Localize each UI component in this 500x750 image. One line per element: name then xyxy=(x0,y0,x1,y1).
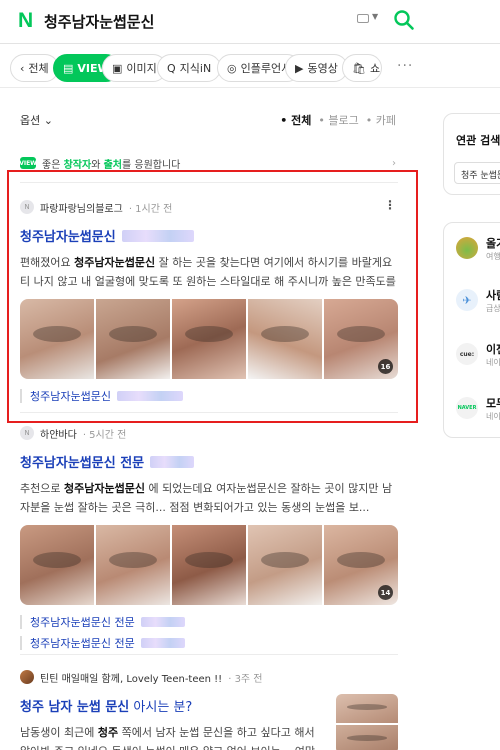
creator-notice[interactable]: VIEW 좋은 창작자와 출처를 응원합니다 › xyxy=(19,152,398,174)
post-thumbnail[interactable] xyxy=(336,694,398,750)
post-snippet[interactable]: 추천으로 청주남자눈썹문신 에 되었는데요 여자눈썹문신은 잘하는 곳이 많지만… xyxy=(20,479,398,517)
post-snippet[interactable]: 남동생이 최근에 청주 쪽에서 남자 눈썹 문신을 하고 싶다고 해서 알아봐 … xyxy=(20,723,320,750)
blurred-text xyxy=(121,229,194,242)
related-post-link[interactable]: 청주남자눈썹문신 전문 xyxy=(20,615,398,629)
avatar: N xyxy=(20,200,34,214)
blurred-text xyxy=(140,638,185,648)
naver-icon: NAVER xyxy=(456,397,478,419)
sort-all[interactable]: • 전체 xyxy=(280,114,311,127)
influencer-icon: ◎ xyxy=(227,61,237,75)
post-thumbnail[interactable] xyxy=(96,299,170,379)
tab-label: 이미지 xyxy=(126,62,157,75)
options-label: 옵션 xyxy=(20,114,41,127)
search-header: N 청주남자눈썹문신 ▼ xyxy=(0,0,500,44)
post-snippet[interactable]: 편해졌어요 청주남자눈썹문신 잘 하는 곳을 찾는다면 여기에서 하시기를 바랄… xyxy=(20,253,398,291)
kin-icon: Q xyxy=(167,61,176,75)
avatar xyxy=(20,670,34,684)
chevron-left-icon: ‹ xyxy=(20,61,25,75)
post-time: · 1시간 전 xyxy=(128,203,173,215)
document-icon: ▤ xyxy=(63,61,74,75)
photo-count-badge: 14 xyxy=(378,585,393,600)
image-icon: ▣ xyxy=(112,61,123,75)
more-options-icon[interactable]: ⋮ xyxy=(384,198,396,212)
sidebar-item[interactable]: ✈ 사람 급상· xyxy=(456,287,500,317)
search-tabs: ‹ 전체 ▤ VIEW ▣ 이미지 Q 지식iN ◎ 인플루언서 ▶ 동영상 🛍… xyxy=(0,52,500,88)
post-image-gallery[interactable]: 16 xyxy=(20,299,398,379)
view-badge: VIEW xyxy=(19,157,37,169)
related-post-link[interactable]: 청주남자눈썹문신 xyxy=(20,389,398,403)
post-thumbnail[interactable] xyxy=(20,525,94,605)
cue-icon: cue: xyxy=(456,343,478,365)
post-thumbnail xyxy=(336,694,398,723)
related-search-chip[interactable]: 청주 눈썹문신 xyxy=(454,162,500,184)
sidebar-item[interactable]: cue: 이젠 네이 xyxy=(456,341,500,371)
tab-label: 쇼 xyxy=(369,62,381,75)
search-query-input[interactable]: 청주남자눈썹문신 xyxy=(44,11,154,32)
photo-count-badge: 16 xyxy=(378,359,393,374)
post-author[interactable]: N 파랑파랑님의블로그 · 1시간 전 xyxy=(20,198,398,216)
divider xyxy=(20,412,398,413)
related-searches-panel: 연관 검색어 청주 눈썹문신 xyxy=(443,113,500,195)
sort-cafe[interactable]: • 카페 xyxy=(362,114,396,127)
post-thumbnail[interactable] xyxy=(248,299,322,379)
shopping-bag-icon: 🛍 xyxy=(352,61,366,75)
chevron-down-icon[interactable]: ▼ xyxy=(372,12,378,21)
sort-filter: • 전체 • 블로그 • 카페 xyxy=(280,112,396,128)
search-results-page: N 청주남자눈썹문신 ▼ ‹ 전체 ▤ VIEW ▣ 이미지 Q 지식iN ◎ … xyxy=(0,0,500,750)
author-name: 하얀바다 xyxy=(40,429,77,441)
post-title[interactable]: 청주 남자 눈썹 문신 아시는 분? xyxy=(20,696,320,715)
naver-logo[interactable]: N xyxy=(18,9,33,33)
tab-video[interactable]: ▶ 동영상 xyxy=(285,54,348,82)
divider xyxy=(20,182,398,183)
post-time: · 3주 전 xyxy=(228,673,263,685)
tab-label: 인플루언서 xyxy=(240,62,292,75)
blurred-text xyxy=(140,617,185,627)
avatar: N xyxy=(20,426,34,440)
post-thumbnail[interactable] xyxy=(96,525,170,605)
travel-icon xyxy=(456,237,478,259)
post-author[interactable]: 틴틴 매일매일 함께, Lovely Teen-teen !! · 3주 전 xyxy=(20,668,398,686)
author-name: 파랑파랑님의블로그 xyxy=(40,203,123,215)
tab-shopping[interactable]: 🛍 쇼 xyxy=(342,54,382,82)
sidebar-item[interactable]: NAVER 모두 네이 xyxy=(456,395,500,425)
sidebar-promo-list: 올가 여행·생 ✈ 사람 급상· cue: 이젠 네이 NAVER 모두 네이 xyxy=(443,222,500,438)
notice-text: 좋은 창작자와 출처를 응원합니다 xyxy=(42,159,181,171)
sidebar-item[interactable]: 올가 여행·생 xyxy=(456,235,500,265)
tab-all[interactable]: ‹ 전체 xyxy=(10,54,59,82)
chevron-down-icon: ⌄ xyxy=(43,114,53,127)
post-thumbnail[interactable] xyxy=(172,525,246,605)
post-image-gallery[interactable]: 14 xyxy=(20,525,398,605)
post-thumbnail[interactable] xyxy=(172,299,246,379)
airplane-icon: ✈ xyxy=(456,289,478,311)
chevron-right-icon: › xyxy=(392,157,396,169)
blurred-text xyxy=(116,391,183,401)
search-icon[interactable] xyxy=(392,8,416,32)
author-name: 틴틴 매일매일 함께, Lovely Teen-teen !! xyxy=(40,673,223,685)
related-post-link[interactable]: 청주남자눈썹문신 전문 xyxy=(20,636,398,650)
options-toggle[interactable]: 옵션 ⌄ xyxy=(20,112,53,128)
sort-blog[interactable]: • 블로그 xyxy=(315,114,358,127)
more-icon[interactable]: ··· xyxy=(397,58,413,74)
post-title[interactable]: 청주남자눈썹문신 xyxy=(20,226,398,245)
tab-label: 전체 xyxy=(28,62,49,75)
view-post: N 하얀바다 · 5시간 전 청주남자눈썹문신 전문 추천으로 청주남자눈썹문신… xyxy=(20,424,398,650)
post-thumbnail xyxy=(336,725,398,750)
tab-label: 지식iN xyxy=(179,62,212,75)
keyboard-icon[interactable] xyxy=(357,14,369,23)
post-title[interactable]: 청주남자눈썹문신 전문 xyxy=(20,452,398,471)
post-thumbnail[interactable] xyxy=(248,525,322,605)
post-time: · 5시간 전 xyxy=(82,429,127,441)
tab-label: 동영상 xyxy=(307,62,338,75)
post-author[interactable]: N 하얀바다 · 5시간 전 xyxy=(20,424,398,442)
divider xyxy=(20,654,398,655)
play-icon: ▶ xyxy=(295,61,304,75)
related-searches-title: 연관 검색어 xyxy=(456,134,500,147)
post-thumbnail[interactable] xyxy=(20,299,94,379)
blurred-text xyxy=(150,455,195,468)
view-post: N 파랑파랑님의블로그 · 1시간 전 ⋮ 청주남자눈썹문신 편해졌어요 청주남… xyxy=(20,198,398,403)
view-post: 틴틴 매일매일 함께, Lovely Teen-teen !! · 3주 전 청… xyxy=(20,668,398,750)
tab-kin[interactable]: Q 지식iN xyxy=(157,54,222,82)
